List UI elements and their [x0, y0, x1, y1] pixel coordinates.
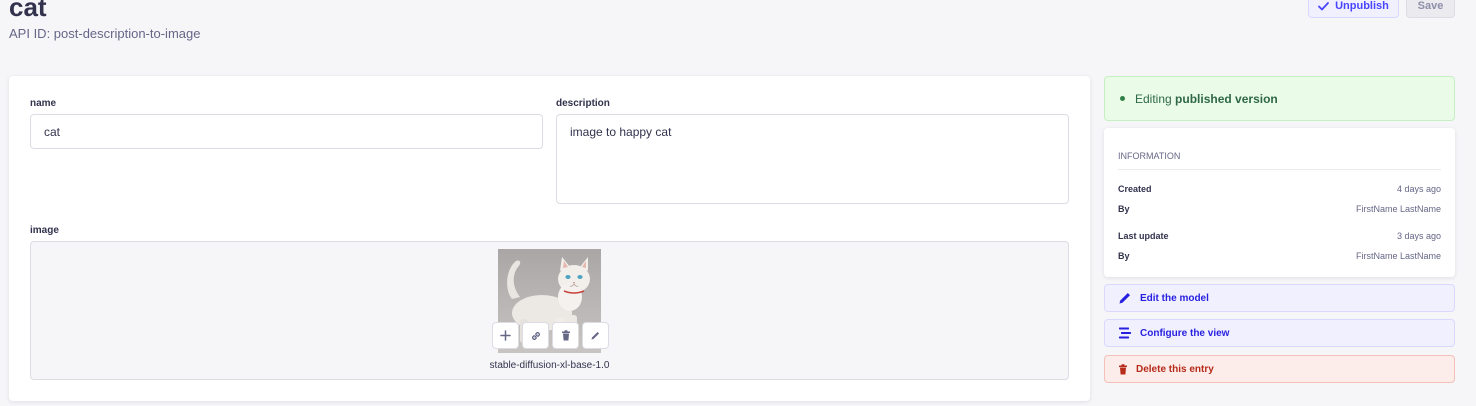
layout-icon	[1119, 327, 1131, 339]
page-title: cat	[9, 0, 47, 22]
copy-link-button[interactable]	[522, 322, 549, 349]
media-caption: stable-diffusion-xl-base-1.0	[489, 360, 610, 371]
content-manager-edit-view: cat API ID: post-description-to-image Un…	[0, 0, 1476, 406]
status-prefix: Editing	[1135, 91, 1172, 106]
information-heading: INFORMATION	[1118, 151, 1181, 161]
info-row-created: Created 4 days ago	[1118, 184, 1441, 194]
information-divider	[1118, 169, 1441, 170]
configure-view-label: Configure the view	[1140, 327, 1230, 339]
name-input[interactable]: cat	[30, 114, 543, 149]
check-icon	[1318, 1, 1330, 10]
edit-media-button[interactable]	[582, 322, 609, 349]
pencil-icon	[591, 332, 599, 340]
trash-icon	[561, 330, 570, 341]
delete-entry-button[interactable]: Delete this entry	[1104, 355, 1455, 383]
delete-media-button[interactable]	[552, 322, 579, 349]
trash-icon	[1119, 363, 1127, 374]
info-row-last-update: Last update 3 days ago	[1118, 231, 1441, 241]
info-value: FirstName LastName	[1355, 204, 1441, 214]
description-textarea[interactable]: image to happy cat	[556, 114, 1069, 204]
info-row-updated-by: By FirstName LastName	[1118, 251, 1441, 261]
info-value: FirstName LastName	[1355, 251, 1441, 261]
save-label: Save	[1417, 0, 1444, 12]
info-key: By	[1118, 251, 1130, 261]
name-field-label: name	[30, 98, 57, 109]
configure-view-button[interactable]: Configure the view	[1104, 319, 1455, 347]
media-library-field: stable-diffusion-xl-base-1.0	[30, 241, 1069, 380]
info-value: 4 days ago	[1396, 184, 1441, 194]
status-text: Editing published version	[1135, 92, 1278, 106]
info-key: Created	[1118, 184, 1152, 194]
info-key: Last update	[1118, 231, 1169, 241]
save-button[interactable]: Save	[1406, 0, 1455, 18]
status-strong: published version	[1175, 91, 1278, 106]
status-dot-icon	[1120, 96, 1125, 101]
image-field-label: image	[30, 225, 59, 236]
edit-form-card: name cat description image to happy cat …	[9, 76, 1090, 401]
link-icon	[531, 331, 540, 340]
edit-model-button[interactable]: Edit the model	[1104, 284, 1455, 312]
pencil-icon	[1119, 293, 1130, 304]
unpublish-button[interactable]: Unpublish	[1308, 0, 1399, 18]
info-value: 3 days ago	[1396, 231, 1441, 241]
description-field-label: description	[556, 98, 610, 109]
information-panel: INFORMATION Created 4 days ago By FirstN…	[1104, 128, 1455, 277]
unpublish-label: Unpublish	[1335, 0, 1389, 12]
edit-model-label: Edit the model	[1140, 292, 1209, 304]
plus-icon	[500, 330, 511, 341]
delete-entry-label: Delete this entry	[1136, 363, 1214, 375]
info-key: By	[1118, 204, 1130, 214]
publication-status-box: Editing published version	[1104, 76, 1455, 121]
info-row-created-by: By FirstName LastName	[1118, 204, 1441, 214]
add-media-button[interactable]	[492, 322, 519, 349]
media-actions-toolbar	[492, 322, 609, 349]
api-id-text: API ID: post-description-to-image	[9, 26, 201, 41]
